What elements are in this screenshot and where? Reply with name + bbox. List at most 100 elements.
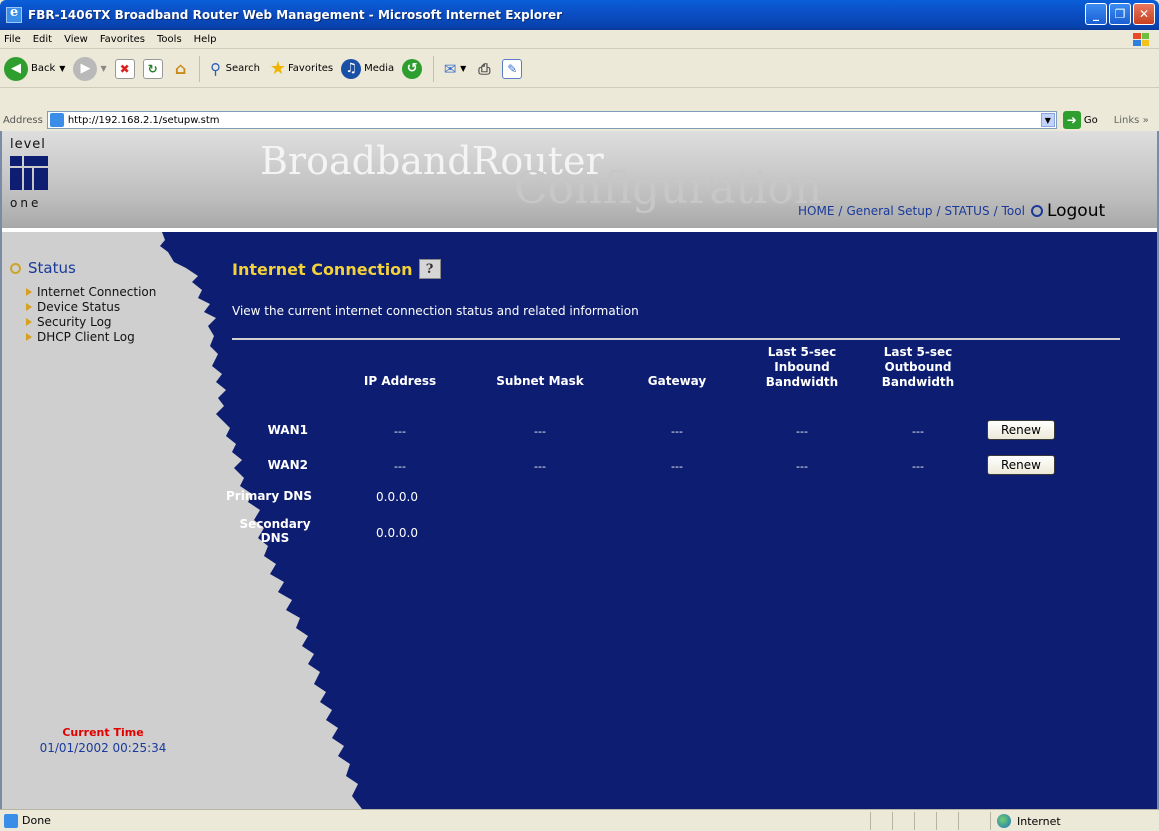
- close-button[interactable]: ✕: [1133, 3, 1155, 25]
- toolbar-separator: [433, 55, 435, 82]
- wan2-ip: ---: [394, 460, 406, 473]
- search-label: Search: [225, 63, 260, 74]
- address-bar: Address http://192.168.2.1/setupw.stm ▼ …: [0, 109, 1159, 131]
- column-header-ip: IP Address: [363, 374, 437, 388]
- media-button[interactable]: ♫ Media: [341, 58, 395, 79]
- nav-separator: /: [838, 204, 843, 218]
- menu-view[interactable]: View: [64, 34, 88, 45]
- page-title: Internet Connection ?: [232, 259, 441, 279]
- column-header-gateway: Gateway: [647, 374, 707, 388]
- primary-dns-value: 0.0.0.0: [376, 490, 418, 504]
- print-icon: ⎙: [478, 59, 491, 78]
- globe-icon: [997, 814, 1011, 828]
- top-navigation: HOME / General Setup / STATUS / Tool Log…: [798, 201, 1105, 221]
- router-header: level one BroadbandRouter Configuration …: [2, 131, 1157, 228]
- logo-mark-icon: [10, 156, 50, 192]
- wan1-subnet: ---: [534, 425, 546, 438]
- page-description: View the current internet connection sta…: [232, 304, 639, 318]
- status-bar: Done Internet: [0, 809, 1159, 831]
- help-icon[interactable]: ?: [418, 259, 441, 279]
- logo-top-text: level: [10, 137, 46, 152]
- wan2-renew-button[interactable]: Renew: [987, 455, 1055, 475]
- menu-help[interactable]: Help: [194, 34, 217, 45]
- nav-status[interactable]: STATUS: [945, 204, 990, 218]
- address-dropdown-icon[interactable]: ▼: [1040, 113, 1055, 127]
- wan1-inbound: ---: [796, 425, 808, 438]
- edit-page-icon: ✎: [502, 58, 523, 79]
- inbound-header-line2: Inbound: [774, 360, 830, 374]
- menu-favorites[interactable]: Favorites: [100, 34, 145, 45]
- main-content: Internet Connection ? View the current i…: [2, 232, 1157, 809]
- nav-tool[interactable]: Tool: [1002, 204, 1025, 218]
- refresh-icon: ↻: [142, 58, 163, 79]
- forward-arrow-icon: ▶: [73, 56, 98, 81]
- home-icon: ⌂: [174, 59, 187, 78]
- history-button[interactable]: ↺: [402, 58, 425, 79]
- history-icon: ↺: [402, 58, 423, 79]
- back-dropdown-icon[interactable]: ▼: [59, 64, 65, 73]
- minimize-button[interactable]: _: [1085, 3, 1107, 25]
- wan2-inbound: ---: [796, 460, 808, 473]
- nav-home[interactable]: HOME: [798, 204, 834, 218]
- window-title: FBR-1406TX Broadband Router Web Manageme…: [28, 8, 563, 22]
- mail-button[interactable]: ✉ ▼: [440, 59, 466, 79]
- divider-line: [232, 338, 1120, 340]
- secondary-dns-label-line2: DNS: [260, 531, 290, 545]
- address-input[interactable]: http://192.168.2.1/setupw.stm ▼: [46, 111, 1057, 129]
- links-button[interactable]: Links »: [1114, 115, 1149, 126]
- column-header-outbound: Last 5-sec Outbound Bandwidth: [868, 345, 968, 390]
- back-arrow-icon: ◀: [4, 56, 28, 81]
- back-button[interactable]: ◀ Back ▼: [4, 56, 65, 81]
- nav-separator: /: [993, 204, 998, 218]
- toolbar-separator: [198, 55, 200, 82]
- logout-link[interactable]: Logout: [1030, 201, 1106, 221]
- media-icon: ♫: [341, 58, 362, 79]
- back-label: Back: [31, 63, 56, 74]
- page-done-icon: [4, 813, 18, 828]
- media-label: Media: [364, 63, 395, 74]
- nav-separator: /: [936, 204, 941, 218]
- wan2-gateway: ---: [671, 460, 683, 473]
- levelone-logo: level one: [10, 137, 58, 217]
- mail-dropdown-icon[interactable]: ▼: [460, 64, 466, 73]
- window-title-bar: FBR-1406TX Broadband Router Web Manageme…: [0, 0, 1159, 30]
- wan1-ip: ---: [394, 425, 406, 438]
- menu-file[interactable]: File: [4, 34, 21, 45]
- wan1-renew-button[interactable]: Renew: [987, 420, 1055, 440]
- edit-button[interactable]: ✎: [502, 58, 523, 79]
- column-header-subnet: Subnet Mask: [496, 374, 584, 388]
- column-header-inbound: Last 5-sec Inbound Bandwidth: [752, 345, 852, 390]
- row-label-wan1: WAN1: [267, 423, 308, 437]
- favorites-button[interactable]: ★ Favorites: [268, 58, 334, 79]
- search-button[interactable]: ⚲ Search: [206, 59, 260, 79]
- maximize-button[interactable]: ❐: [1109, 3, 1131, 25]
- nav-general-setup[interactable]: General Setup: [846, 204, 932, 218]
- brand-subtitle: Configuration: [514, 163, 823, 214]
- ie-app-icon: [6, 5, 22, 23]
- stop-button[interactable]: ✖: [114, 58, 135, 79]
- menu-bar: File Edit View Favorites Tools Help: [0, 30, 1159, 49]
- go-button[interactable]: ➜ Go: [1062, 111, 1098, 129]
- go-label: Go: [1083, 114, 1098, 126]
- forward-dropdown-icon[interactable]: ▼: [100, 64, 106, 73]
- mail-icon: ✉: [443, 59, 457, 78]
- menu-tools[interactable]: Tools: [157, 34, 182, 45]
- print-button[interactable]: ⎙: [474, 59, 494, 79]
- links-label: Links: [1113, 114, 1140, 126]
- inbound-header-line3: Bandwidth: [765, 375, 839, 389]
- menu-edit[interactable]: Edit: [33, 34, 52, 45]
- outbound-header-line1: Last 5-sec: [883, 345, 953, 359]
- security-zone: Internet: [990, 812, 1159, 830]
- home-button[interactable]: ⌂: [171, 59, 191, 79]
- status-done: Done: [0, 813, 51, 828]
- refresh-button[interactable]: ↻: [142, 58, 163, 79]
- forward-button[interactable]: ▶ ▼: [73, 56, 107, 81]
- logout-label: Logout: [1046, 201, 1106, 221]
- windows-logo-icon: [1133, 33, 1149, 46]
- zone-label: Internet: [1017, 814, 1061, 828]
- star-icon: ★: [269, 58, 287, 79]
- row-label-wan2: WAN2: [267, 458, 308, 472]
- logout-ring-icon: [1030, 205, 1043, 217]
- favorites-label: Favorites: [287, 63, 334, 74]
- wan1-gateway: ---: [671, 425, 683, 438]
